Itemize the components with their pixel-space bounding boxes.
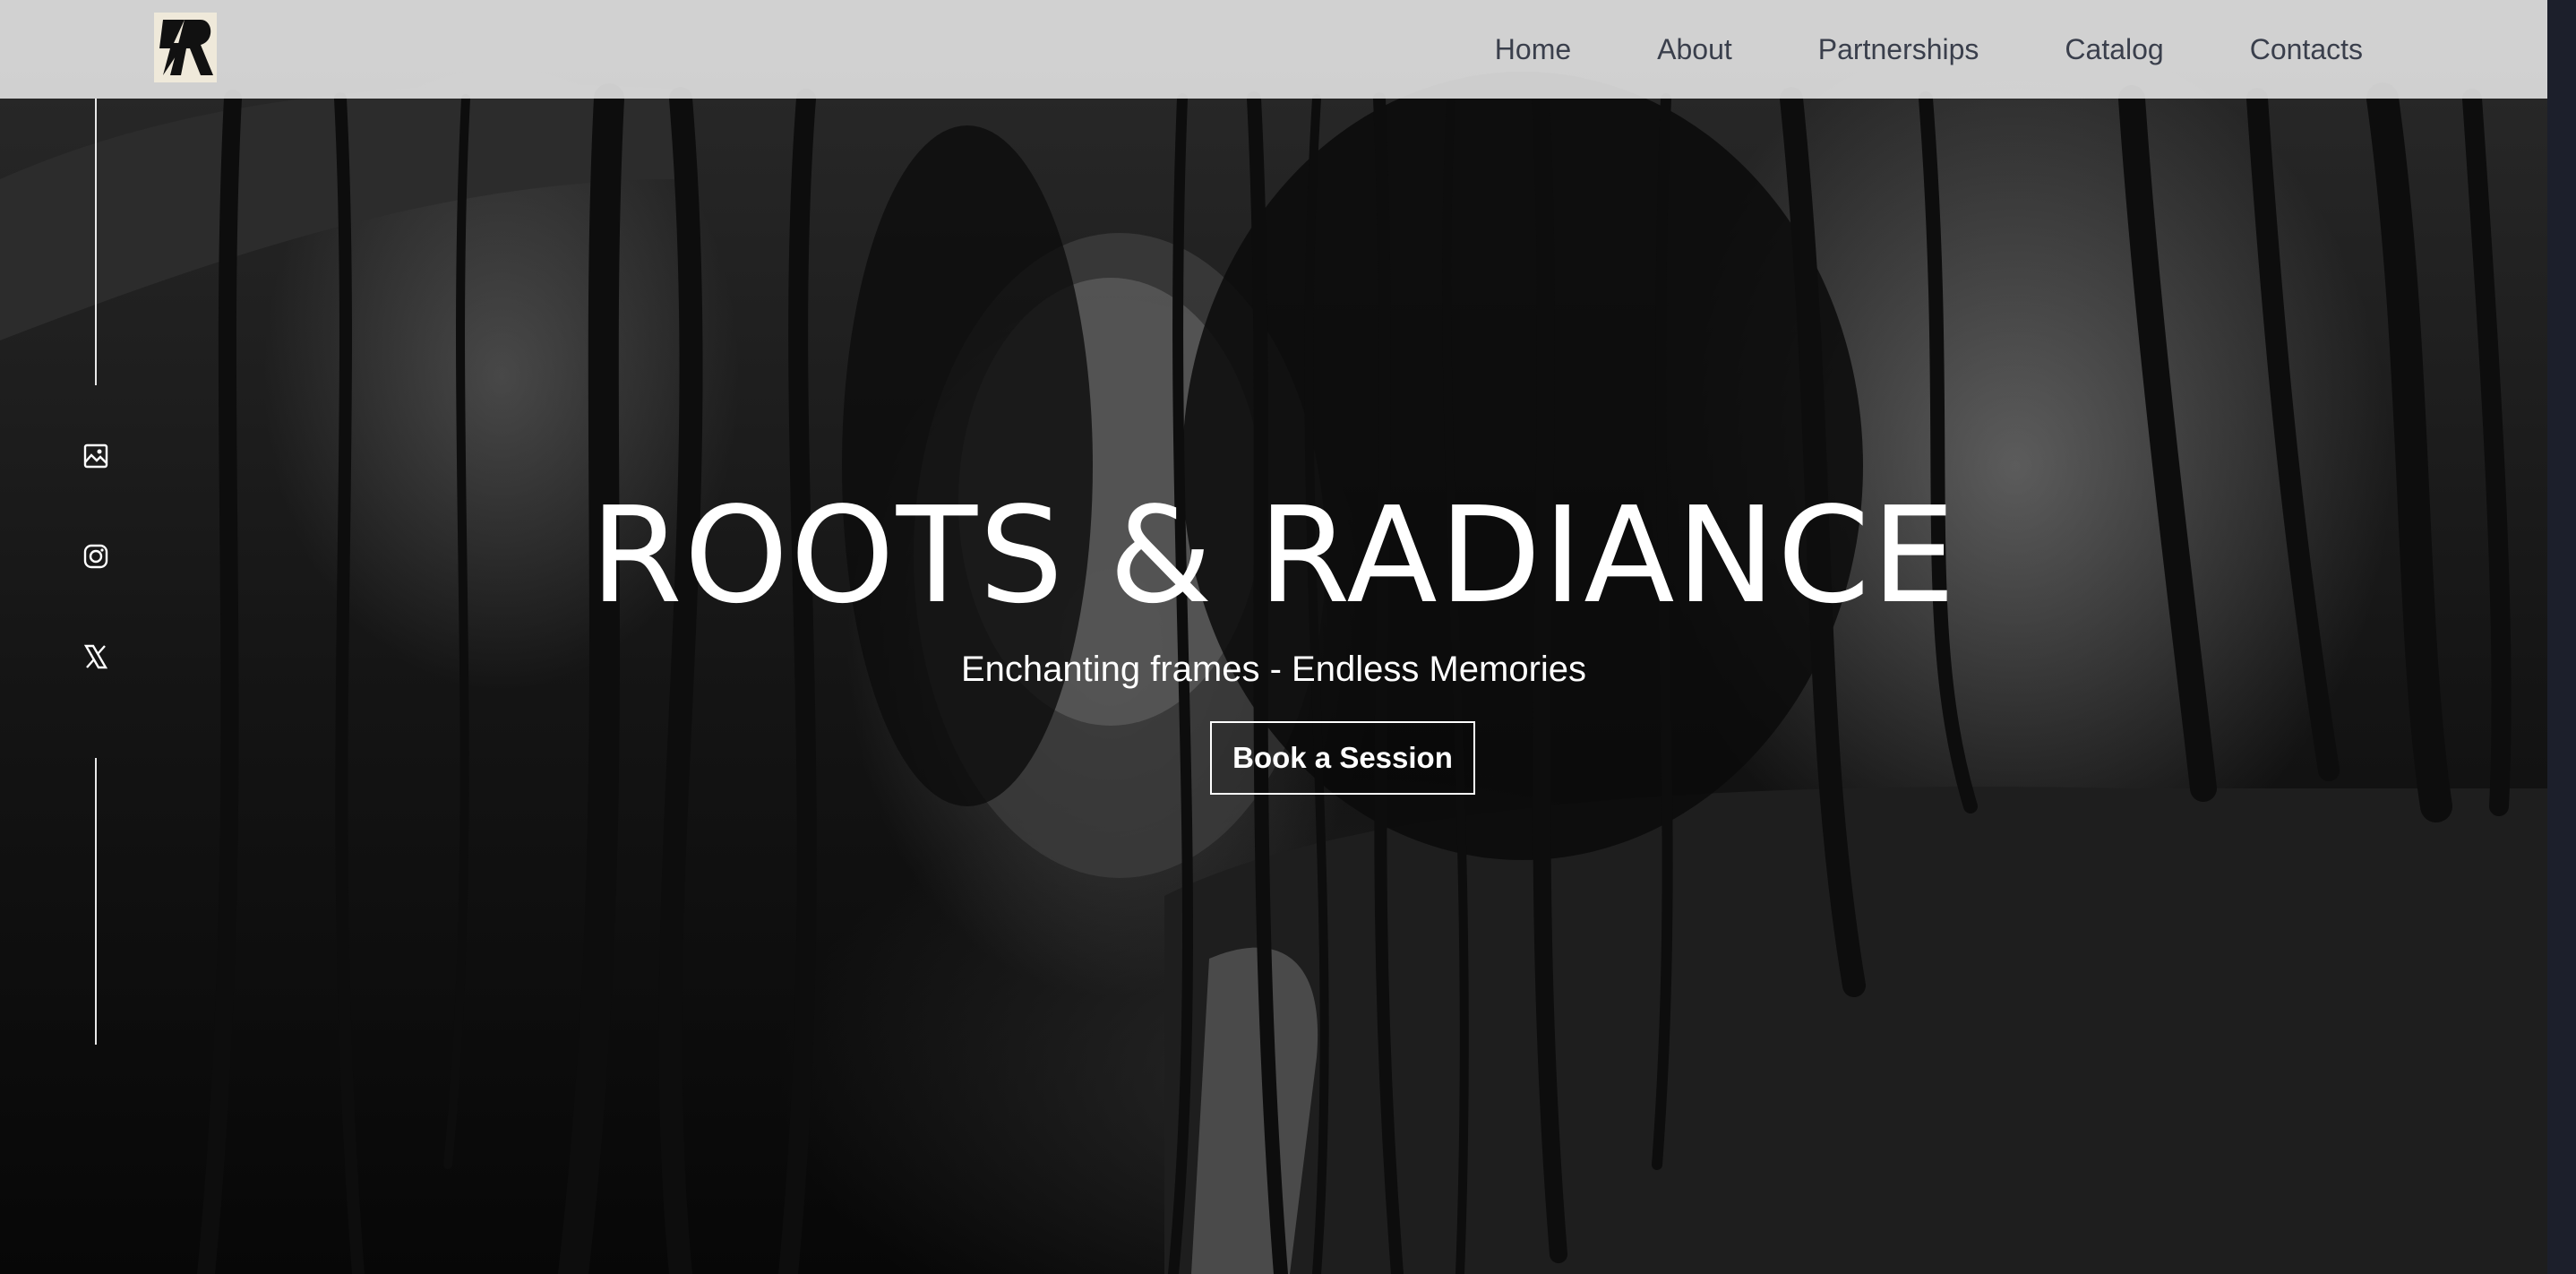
nav-catalog[interactable]: Catalog bbox=[2065, 33, 2163, 66]
hero-subtitle: Enchanting frames - Endless Memories bbox=[960, 650, 1587, 689]
site-header: Home About Partnerships Catalog Contacts bbox=[0, 0, 2547, 99]
nav-partnerships[interactable]: Partnerships bbox=[1818, 33, 1979, 66]
page: Home About Partnerships Catalog Contacts bbox=[0, 0, 2576, 1274]
nav-home[interactable]: Home bbox=[1495, 33, 1571, 66]
social-rail-bottom-line bbox=[95, 758, 97, 1045]
brand-logo[interactable] bbox=[154, 13, 217, 82]
gallery-icon[interactable] bbox=[79, 439, 113, 473]
hero-title: ROOTS & RADIANCE bbox=[589, 478, 1958, 633]
nav-contacts[interactable]: Contacts bbox=[2250, 33, 2363, 66]
window-right-edge bbox=[2547, 0, 2576, 1274]
logo-mark-icon bbox=[159, 20, 213, 75]
social-rail-top-line bbox=[95, 99, 97, 385]
nav-about[interactable]: About bbox=[1657, 33, 1732, 66]
hero-photo bbox=[0, 72, 2547, 1274]
hero-background bbox=[0, 0, 2547, 1274]
book-session-button[interactable]: Book a Session bbox=[1210, 721, 1475, 795]
main-nav: Home About Partnerships Catalog Contacts bbox=[1409, 0, 2363, 99]
